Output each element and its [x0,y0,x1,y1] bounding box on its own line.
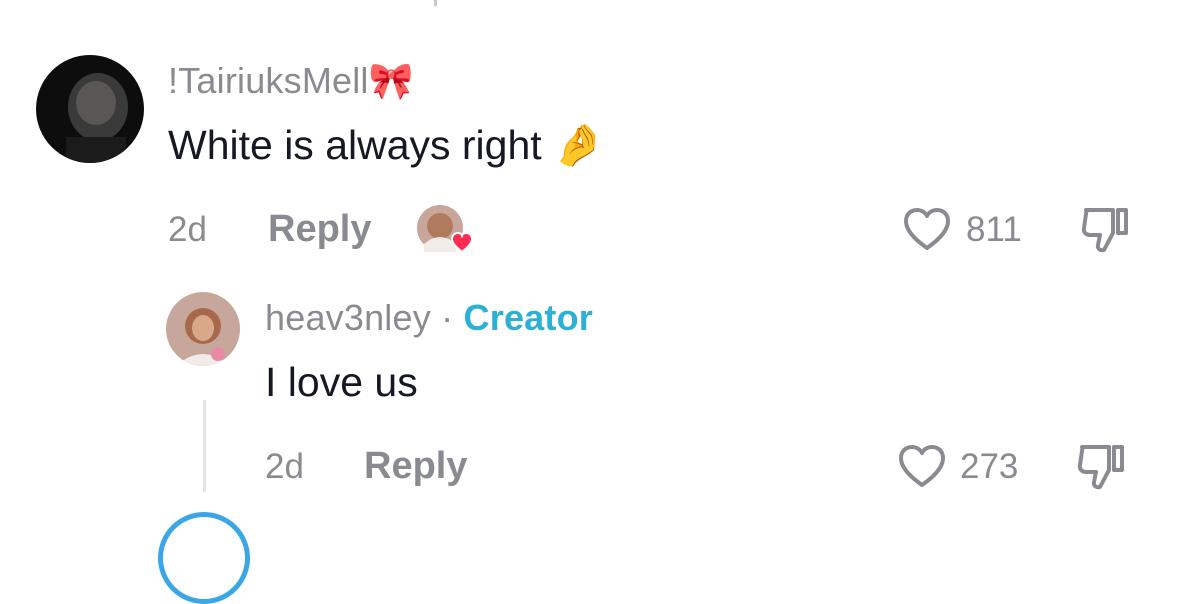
heart-outline-icon[interactable] [903,207,951,251]
dislike-icon[interactable] [1076,442,1128,492]
thread-line [203,400,206,492]
separator-dot: · [441,297,454,338]
creator-badge: Creator [463,297,593,338]
scroll-edge-marker [434,0,437,6]
next-comment-avatar[interactable] [158,512,250,604]
like-count: 811 [966,210,1022,249]
comment-text: White is always right 🤌 [168,122,604,170]
bow-emoji: 🎀 [368,60,414,101]
avatar[interactable] [36,55,144,163]
comment-text: I love us [265,359,418,405]
like-count: 273 [960,447,1019,486]
username-text[interactable]: heav3nley [265,297,431,338]
avatar[interactable] [166,292,240,366]
reply-username-row: heav3nley · Creator [265,297,593,339]
username-text[interactable]: !TairiuksMell [168,60,369,101]
reply-button[interactable]: Reply [268,208,371,251]
comment-username[interactable]: !TairiuksMell🎀 [168,60,414,102]
comment-age: 2d [168,210,207,249]
pinched-fingers-emoji: 🤌 [553,122,605,168]
creator-liked-badge [416,204,474,256]
heart-outline-icon[interactable] [898,444,946,488]
dislike-icon[interactable] [1080,205,1132,255]
reply-button[interactable]: Reply [364,445,467,488]
comment-body: White is always right [168,122,542,168]
comment-age: 2d [265,447,304,486]
